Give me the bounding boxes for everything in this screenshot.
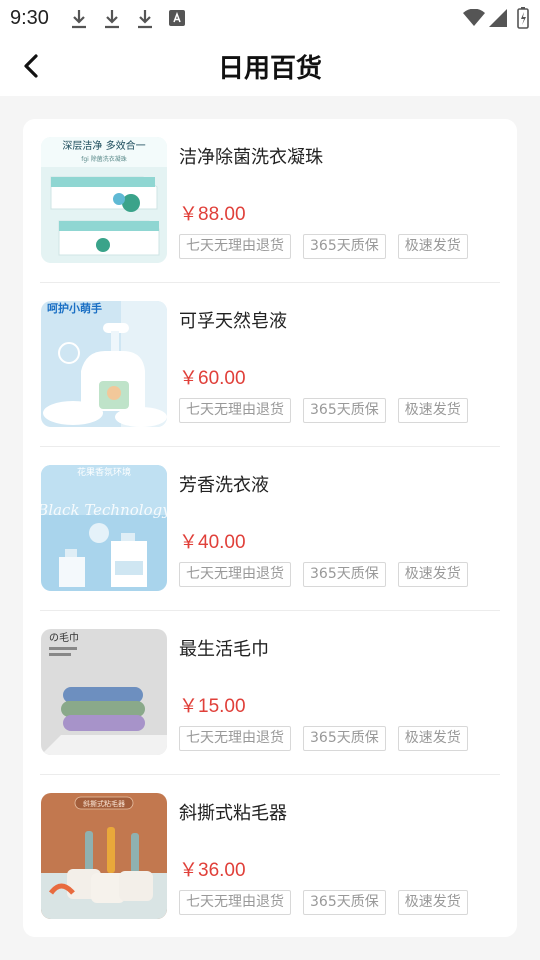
page-title: 日用百货: [217, 54, 322, 84]
signal-icon: [489, 9, 507, 27]
tag-fast-shipping: 极速发货: [397, 890, 468, 915]
product-tags: 七天无理由退货 365天质保 极速发货: [179, 890, 480, 915]
tag-return-policy: 七天无理由退货: [179, 398, 291, 423]
product-price: ￥15.00: [179, 696, 246, 717]
tag-warranty: 365天质保: [303, 726, 386, 751]
tag-return-policy: 七天无理由退货: [179, 890, 291, 915]
app-bar: 日用百货: [0, 36, 540, 96]
product-image-laundry-pods: 深层洁净 多效合一 fgi 除菌洗衣凝珠: [41, 137, 167, 263]
image-caption: 深层洁净 多效合一: [62, 139, 145, 152]
tag-warranty: 365天质保: [303, 398, 386, 423]
download-icon: [105, 10, 119, 29]
product-tags: 七天无理由退货 365天质保 极速发货: [179, 562, 480, 587]
image-subcaption: fgi 除菌洗衣凝珠: [81, 155, 127, 163]
product-name: 最生活毛巾: [179, 639, 269, 660]
status-bar: 9:30: [0, 0, 540, 36]
tag-fast-shipping: 极速发货: [397, 562, 468, 587]
product-item[interactable]: 花果香氛环境 Black Technology 芳香洗衣液 ￥40.00 七天无…: [40, 447, 500, 611]
tag-warranty: 365天质保: [303, 562, 386, 587]
product-image-towel: の毛巾: [41, 629, 167, 755]
product-image-hand-soap: 呵护小萌手: [41, 301, 167, 427]
product-price: ￥88.00: [179, 204, 246, 225]
product-item[interactable]: 深层洁净 多效合一 fgi 除菌洗衣凝珠 洁净除菌洗衣凝珠 ￥88.00 七天无…: [40, 119, 500, 283]
battery-icon: [517, 7, 529, 29]
product-price: ￥60.00: [179, 368, 246, 389]
keyboard-a-icon: [169, 10, 185, 26]
product-image-laundry-detergent: 花果香氛环境 Black Technology: [41, 465, 167, 591]
image-caption: の毛巾: [49, 631, 79, 644]
tag-warranty: 365天质保: [303, 234, 386, 259]
tag-return-policy: 七天无理由退货: [179, 234, 291, 259]
product-tags: 七天无理由退货 365天质保 极速发货: [179, 398, 480, 423]
product-item[interactable]: 斜撕式粘毛器 斜撕式粘毛器 ￥36.00 七天无理由退货 365天质保 极速发货: [40, 775, 500, 939]
product-tags: 七天无理由退货 365天质保 极速发货: [179, 726, 480, 751]
product-item[interactable]: の毛巾 最生活毛巾 ￥15.00 七天无理由退货 365天质保 极速发货: [40, 611, 500, 775]
tag-warranty: 365天质保: [303, 890, 386, 915]
wifi-icon: [463, 9, 485, 26]
product-price: ￥40.00: [179, 532, 246, 553]
product-name: 可孚天然皂液: [179, 311, 287, 332]
tag-fast-shipping: 极速发货: [397, 234, 468, 259]
image-caption: 花果香氛环境: [77, 466, 131, 478]
product-item[interactable]: 呵护小萌手 可孚天然皂液 ￥60.00 七天无理由退货 365天质保 极速发货: [40, 283, 500, 447]
image-caption: 斜撕式粘毛器: [83, 799, 125, 808]
download-icon: [138, 10, 152, 29]
product-name: 斜撕式粘毛器: [179, 803, 287, 824]
tag-fast-shipping: 极速发货: [397, 398, 468, 423]
tag-fast-shipping: 极速发货: [397, 726, 468, 751]
product-list-card: 深层洁净 多效合一 fgi 除菌洗衣凝珠 洁净除菌洗衣凝珠 ￥88.00 七天无…: [23, 119, 517, 937]
download-icon: [72, 10, 86, 29]
image-caption: 呵护小萌手: [47, 301, 102, 315]
tag-return-policy: 七天无理由退货: [179, 562, 291, 587]
image-subcaption: Black Technology: [41, 501, 167, 519]
product-price: ￥36.00: [179, 860, 246, 881]
product-image-lint-roller: 斜撕式粘毛器: [41, 793, 167, 919]
product-name: 洁净除菌洗衣凝珠: [179, 147, 323, 168]
product-tags: 七天无理由退货 365天质保 极速发货: [179, 234, 480, 259]
product-name: 芳香洗衣液: [179, 475, 269, 496]
status-time: 9:30: [10, 7, 49, 29]
tag-return-policy: 七天无理由退货: [179, 726, 291, 751]
